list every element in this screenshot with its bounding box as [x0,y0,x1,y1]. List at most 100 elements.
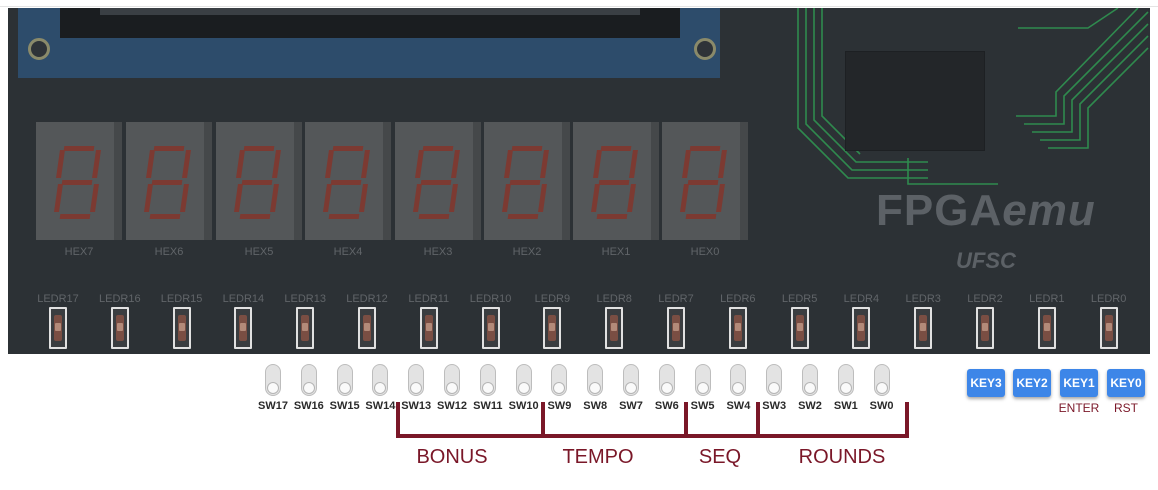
switch-label: SW16 [293,400,324,412]
slide-switch[interactable] [730,364,747,396]
switch-label: SW2 [798,400,822,412]
slide-switch[interactable] [551,364,568,396]
slide-switch[interactable] [623,364,639,396]
red-led [419,307,438,349]
switch-label: SW0 [869,400,894,412]
slide-switch[interactable] [444,364,460,396]
switch-knob [768,382,781,394]
slide-switch[interactable] [766,364,783,396]
switch-label: SW7 [619,400,643,412]
switch-knob [660,382,673,394]
brand-logo: FPGAemu [876,186,1096,235]
switch-knob [267,382,279,394]
switch-label: SW17 [258,400,288,412]
hex-display-label: HEX2 [512,246,542,258]
led-label: LEDR11 [408,293,450,305]
group-label-bonus: BONUS [416,446,488,468]
hex-display-label: HEX6 [154,246,184,258]
switch-label: SW6 [654,400,679,412]
switch-knob [410,382,423,394]
led-label: LEDR7 [658,293,694,305]
slide-switch[interactable] [479,364,496,396]
slide-switch[interactable] [408,364,425,396]
lcd-mount-hole-left [28,38,50,60]
hex-display-label: HEX5 [244,246,274,258]
slide-switch[interactable] [837,364,854,396]
switch-knob [481,382,494,394]
led-label: LEDR0 [1090,293,1127,305]
group-label-tempo: TEMPO [562,446,634,468]
led-label: LEDR12 [346,293,388,305]
switch-knob [696,382,709,394]
lcd-module [18,8,720,78]
push-button-key0[interactable]: KEY0 [1107,369,1145,397]
group-label-rounds: ROUNDS [798,446,886,468]
switch-label: SW5 [690,400,715,412]
hex-display-label: HEX4 [333,246,363,258]
push-button-key2[interactable]: KEY2 [1013,369,1051,397]
red-led [976,307,994,349]
red-led [790,307,809,349]
red-led [605,307,624,349]
switch-knob [804,382,816,394]
push-button-key1[interactable]: KEY1 [1060,369,1098,397]
slide-switch[interactable] [802,364,818,396]
key-function-label: RST [1114,401,1138,415]
brand-subtitle: UFSC [956,248,1016,273]
switch-label: SW14 [365,400,396,412]
slide-switch[interactable] [694,364,711,396]
push-button-key3[interactable]: KEY3 [967,369,1005,397]
seven-segment-display [216,122,302,240]
seven-segment-display [395,122,481,240]
switch-knob [732,382,745,394]
hex-display-label: HEX1 [601,246,631,258]
led-label: LEDR14 [222,293,265,305]
slide-switch[interactable] [873,364,890,396]
led-label: LEDR8 [596,293,632,305]
red-led [110,307,129,349]
seven-segment-display [662,122,748,240]
switch-label: SW11 [473,400,503,412]
switch-label: SW15 [329,400,360,412]
red-led [852,307,871,349]
switch-knob [589,382,602,394]
slide-switch[interactable] [658,364,675,396]
red-led [49,307,67,349]
red-led [914,307,933,349]
switch-knob [517,382,530,394]
hex-display-label: HEX3 [423,246,453,258]
slide-switch[interactable] [372,364,389,396]
switch-label: SW13 [401,400,432,412]
red-led [172,307,191,349]
lcd-mount-hole-right [694,38,716,60]
slide-switch[interactable] [587,364,604,396]
led-label: LEDR4 [843,293,880,305]
switch-label: SW4 [726,400,751,412]
led-label: LEDR10 [469,293,512,305]
slide-switch[interactable] [336,364,353,396]
hex-display-label: HEX7 [64,246,94,258]
slide-switch[interactable] [300,364,317,396]
switch-knob [374,382,387,394]
seven-segment-display [573,122,659,240]
led-label: LEDR16 [99,293,141,305]
switch-knob [839,382,852,394]
switch-label: SW8 [583,400,608,412]
led-label: LEDR5 [781,293,818,305]
slide-switch[interactable] [265,364,281,396]
red-led [296,307,315,349]
switch-knob [338,382,351,394]
lcd-screen [60,8,680,38]
switch-knob [446,382,458,394]
led-label: LEDR17 [37,293,79,305]
switch-knob [625,382,637,394]
fpga-chip [846,52,984,150]
red-led [1099,307,1118,349]
switch-knob [302,382,315,394]
fpga-board: HEX7 HEX6 HEX5 HEX4 HEX3 HEX2 HEX1 HEX0 FPGAemu… [8,8,1150,354]
red-led [543,307,562,349]
switch-label: SW10 [508,400,539,412]
switch-label: SW12 [437,400,467,412]
slide-switch[interactable] [515,364,532,396]
switch-label: SW3 [762,400,787,412]
